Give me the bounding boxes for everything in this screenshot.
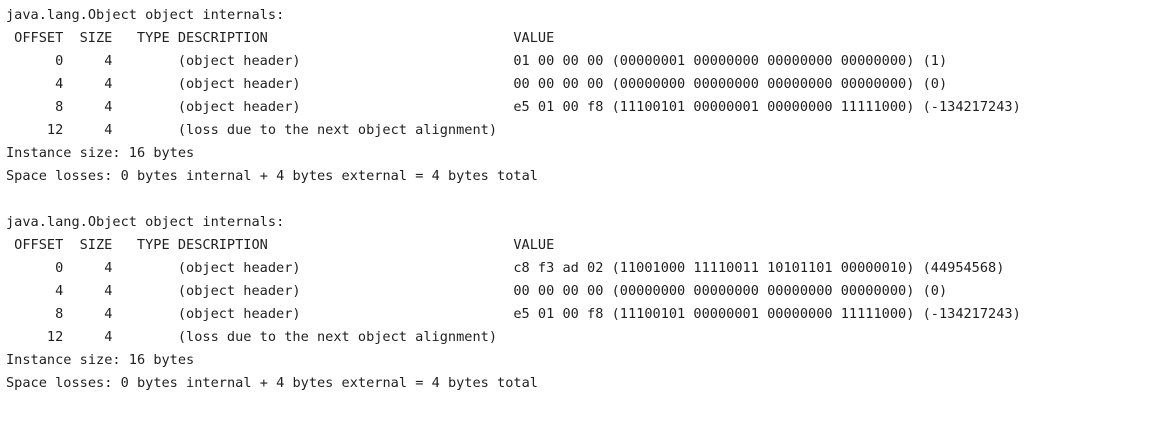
row-value: e5 01 00 f8 (11100101 00000001 00000000 … [513, 99, 1021, 115]
object-layout-block: java.lang.Object object internals: OFFSET… [6, 211, 1162, 395]
row-size: 4 [104, 76, 113, 92]
row-offset: 8 [55, 99, 64, 115]
table-row: 12 4 (loss due to the next object alignmen… [6, 326, 1162, 349]
header-offset: OFFSET [14, 237, 64, 253]
header-description: DESCRIPTION [177, 237, 268, 253]
row-description: (object header) [177, 283, 301, 299]
space-losses: Space losses: 0 bytes internal + 4 bytes… [6, 168, 538, 184]
row-value: 00 00 00 00 (00000000 00000000 00000000 … [513, 76, 948, 92]
row-description: (object header) [177, 306, 301, 322]
table-row: 8 4 (object header) e5 01 00 f8 (11100101 0… [6, 96, 1162, 119]
header-description: DESCRIPTION [177, 30, 268, 46]
header-offset: OFFSET [14, 30, 64, 46]
table-header: OFFSET SIZE TYPE DESCRIPTION VALUE [6, 27, 1162, 50]
header-value: VALUE [513, 30, 555, 46]
row-value: e5 01 00 f8 (11100101 00000001 00000000 … [513, 306, 1021, 322]
row-description: (object header) [177, 260, 301, 276]
block-title: java.lang.Object object internals: [6, 214, 285, 230]
row-offset: 0 [55, 260, 64, 276]
console-output: java.lang.Object object internals: OFFSET… [0, 0, 1162, 395]
row-size: 4 [104, 122, 113, 138]
header-size: SIZE [79, 30, 113, 46]
row-size: 4 [104, 283, 113, 299]
table-row: 0 4 (object header) c8 f3 ad 02 (11001000 1… [6, 257, 1162, 280]
row-value: c8 f3 ad 02 (11001000 11110011 10101101 … [513, 260, 1005, 276]
row-description: (object header) [177, 99, 301, 115]
header-size: SIZE [79, 237, 113, 253]
object-layout-block: java.lang.Object object internals: OFFSET… [6, 4, 1162, 188]
row-size: 4 [104, 306, 113, 322]
row-value: 01 00 00 00 (00000001 00000000 00000000 … [513, 53, 948, 69]
row-offset: 12 [46, 122, 64, 138]
table-row: 12 4 (loss due to the next object alignmen… [6, 119, 1162, 142]
table-row: 8 4 (object header) e5 01 00 f8 (11100101 0… [6, 303, 1162, 326]
row-size: 4 [104, 99, 113, 115]
table-row: 4 4 (object header) 00 00 00 00 (00000000 0… [6, 280, 1162, 303]
header-type: TYPE [136, 30, 170, 46]
row-value: 00 00 00 00 (00000000 00000000 00000000 … [513, 283, 948, 299]
row-size: 4 [104, 53, 113, 69]
row-description: (object header) [177, 76, 301, 92]
row-offset: 4 [55, 76, 64, 92]
row-description: (loss due to the next object alignment) [177, 329, 498, 345]
space-losses: Space losses: 0 bytes internal + 4 bytes… [6, 375, 538, 391]
table-header: OFFSET SIZE TYPE DESCRIPTION VALUE [6, 234, 1162, 257]
row-description: (object header) [177, 53, 301, 69]
row-offset: 0 [55, 53, 64, 69]
header-value: VALUE [513, 237, 555, 253]
table-row: 4 4 (object header) 00 00 00 00 (00000000 0… [6, 73, 1162, 96]
row-offset: 8 [55, 306, 64, 322]
instance-size: Instance size: 16 bytes [6, 145, 195, 161]
header-type: TYPE [136, 237, 170, 253]
table-row: 0 4 (object header) 01 00 00 00 (00000001 0… [6, 50, 1162, 73]
row-size: 4 [104, 329, 113, 345]
row-offset: 12 [46, 329, 64, 345]
row-description: (loss due to the next object alignment) [177, 122, 498, 138]
row-size: 4 [104, 260, 113, 276]
block-title: java.lang.Object object internals: [6, 7, 285, 23]
instance-size: Instance size: 16 bytes [6, 352, 195, 368]
row-offset: 4 [55, 283, 64, 299]
